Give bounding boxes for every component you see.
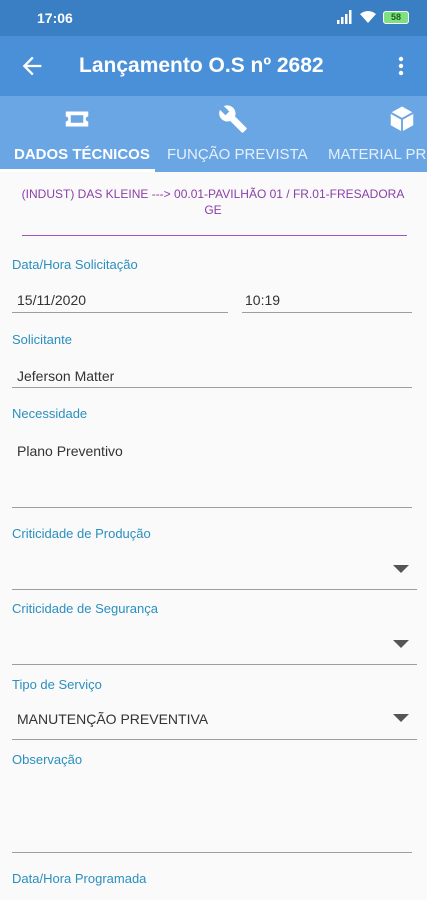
request-date-underline <box>12 312 228 313</box>
need-label: Necessidade <box>12 406 88 421</box>
scheduled-datetime-label: Data/Hora Programada <box>12 871 147 886</box>
location-line-2: GE <box>204 203 222 217</box>
production-criticality-select[interactable] <box>12 552 417 588</box>
service-type-label: Tipo de Serviço <box>12 677 102 692</box>
requester-underline <box>12 387 412 388</box>
production-criticality-label: Criticidade de Produção <box>12 526 151 541</box>
battery-icon: 58 <box>383 10 409 24</box>
safety-criticality-select[interactable] <box>12 627 417 663</box>
safety-criticality-label: Criticidade de Segurança <box>12 601 158 616</box>
back-arrow-icon[interactable] <box>18 52 46 80</box>
safety-criticality-underline <box>12 664 417 665</box>
status-bar: 17:06 58 <box>0 0 427 36</box>
equipment-location: (INDUST) DAS KLEINE ---> 00.01-PAVILHÃO … <box>10 186 416 218</box>
signal-icon <box>337 10 352 24</box>
observation-field[interactable] <box>12 775 412 851</box>
service-type-underline <box>12 739 417 740</box>
observation-label: Observação <box>12 752 83 767</box>
need-field[interactable]: Plano Preventivo <box>17 443 123 459</box>
production-criticality-underline <box>12 589 417 590</box>
tab-label: DADOS TÉCNICOS <box>14 146 150 163</box>
tab-funcao-prevista[interactable]: FUNÇÃO PREVISTA <box>155 96 313 172</box>
status-icons: 58 <box>337 10 409 24</box>
location-line-1: (INDUST) DAS KLEINE ---> 00.01-PAVILHÃO … <box>21 187 405 201</box>
wrench-icon <box>219 105 247 133</box>
page-title: Lançamento O.S nº 2682 <box>79 54 324 77</box>
tab-dados-tecnicos[interactable]: DADOS TÉCNICOS <box>0 96 155 172</box>
more-vert-icon[interactable] <box>389 52 413 80</box>
requester-field[interactable]: Jeferson Matter <box>17 368 114 384</box>
request-time-field[interactable]: 10:19 <box>245 292 280 308</box>
tab-label: FUNÇÃO PREVISTA <box>167 146 308 163</box>
ticket-icon <box>65 111 89 127</box>
observation-underline <box>12 852 412 853</box>
request-time-underline <box>242 312 412 313</box>
status-time: 17:06 <box>37 10 73 26</box>
tab-label: MATERIAL PR <box>328 146 427 163</box>
service-type-select[interactable]: MANUTENÇÃO PREVENTIVA <box>12 701 417 737</box>
request-datetime-label: Data/Hora Solicitação <box>12 257 138 272</box>
box-icon <box>390 106 414 132</box>
tab-bar: DADOS TÉCNICOS FUNÇÃO PREVISTA MATERIAL … <box>0 96 427 172</box>
requester-label: Solicitante <box>12 332 72 347</box>
tab-indicator <box>0 169 155 172</box>
tab-material[interactable]: MATERIAL PR <box>313 96 427 172</box>
app-bar: Lançamento O.S nº 2682 <box>0 36 427 96</box>
battery-level: 58 <box>390 12 401 22</box>
dropdown-caret-icon <box>393 714 409 722</box>
need-underline <box>12 507 412 508</box>
wifi-icon <box>360 11 376 23</box>
dropdown-caret-icon <box>393 640 409 648</box>
dropdown-caret-icon <box>393 565 409 573</box>
service-type-value: MANUTENÇÃO PREVENTIVA <box>17 711 209 727</box>
request-date-field[interactable]: 15/11/2020 <box>17 292 86 308</box>
location-divider <box>22 235 407 236</box>
